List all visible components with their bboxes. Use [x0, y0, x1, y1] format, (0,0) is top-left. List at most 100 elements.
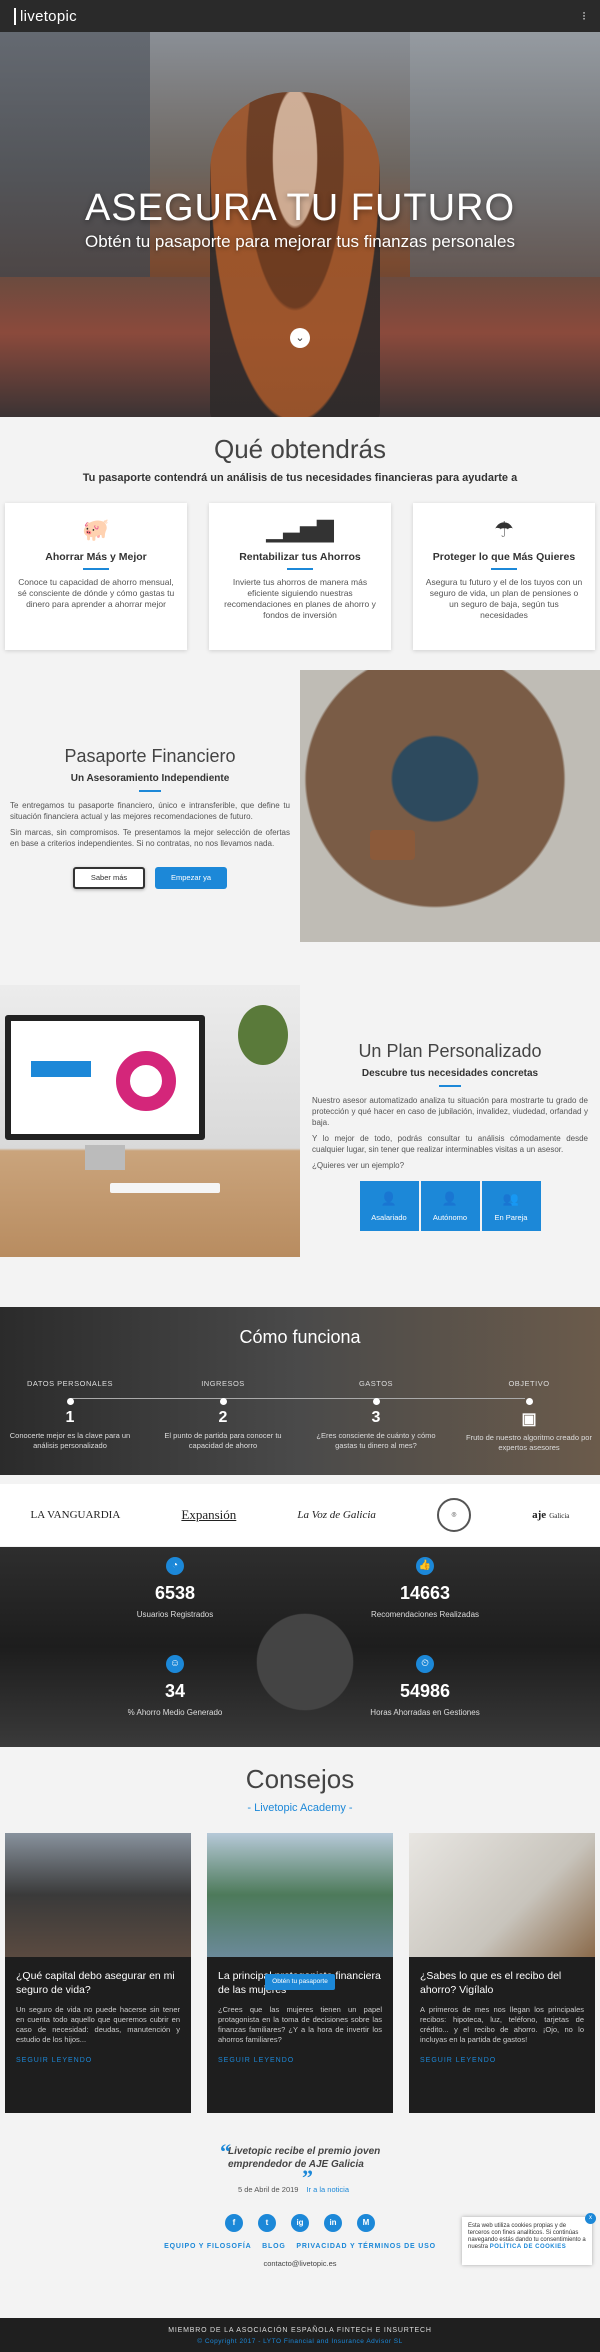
passport-section: Pasaporte Financiero Un Asesoramiento In… [0, 670, 300, 940]
user-tie-icon: 👤 [441, 1191, 459, 1206]
benefit-text: Invierte tus ahorros de manera más efici… [224, 577, 376, 620]
award-seal-icon[interactable]: ◎ [437, 1498, 471, 1532]
brand-logo[interactable]: livetopic [14, 7, 77, 25]
passport-buttons: Saber más Empezar ya [10, 867, 290, 889]
monitor-stand [85, 1145, 125, 1170]
start-now-button[interactable]: Empezar ya [155, 867, 227, 889]
article-title[interactable]: ¿Qué capital debo asegurar en mi seguro … [16, 1969, 180, 1997]
stat-item: ⏲ 54986 Horas Ahorradas en Gestiones [325, 1655, 525, 1717]
press-logo[interactable]: LA VANGUARDIA [31, 1509, 121, 1521]
stat-value: 54986 [399, 1681, 451, 1701]
facebook-icon[interactable]: f [225, 2214, 243, 2232]
quote-open-icon: “ [220, 2139, 231, 2164]
quote-close-icon: ” [302, 2165, 313, 2190]
chevron-down-icon[interactable]: ⌄ [290, 328, 310, 348]
step-number: 3 [371, 1409, 381, 1426]
cookie-banner: x Esta web utiliza cookies propias y de … [462, 2213, 596, 2265]
benefit-title: Ahorrar Más y Mejor [45, 551, 147, 563]
screen-bar [31, 1061, 91, 1077]
benefit-card: ▁▃▅▇ Rentabilizar tus Ahorros Invierte t… [209, 503, 391, 650]
benefits-cards: 🐖 Ahorrar Más y Mejor Conoce tu capacida… [5, 503, 595, 650]
footer-link-privacy[interactable]: PRIVACIDAD Y TÉRMINOS DE USO [296, 2243, 435, 2250]
passport-icon: ▣ [521, 1411, 537, 1428]
menu-icon[interactable]: ⁝ [582, 9, 586, 23]
passport-image [300, 670, 600, 942]
benefit-card: ☂ Proteger lo que Más Quieres Asegura tu… [413, 503, 595, 650]
benefits-subtitle: Tu pasaporte contendrá un análisis de tu… [82, 472, 518, 484]
example-couple-button[interactable]: 👥 En Pareja [481, 1181, 541, 1231]
top-navbar: livetopic ⁝ [0, 0, 600, 32]
example-freelancer-button[interactable]: 👤 Autónomo [420, 1181, 480, 1231]
read-more-link[interactable]: SEGUIR LEYENDO [420, 2057, 584, 2064]
article-image[interactable] [409, 1833, 595, 1957]
plan-title: Un Plan Personalizado [358, 1041, 542, 1061]
press-logo[interactable]: La Voz de Galicia [297, 1509, 376, 1521]
read-more-link[interactable]: SEGUIR LEYENDO [16, 2057, 180, 2064]
cookie-policy-link[interactable]: POLÍTICA DE COOKIES [490, 2244, 567, 2250]
copyright-text: © Copyright 2017 - LYTO Financial and In… [197, 2338, 403, 2345]
thumbs-up-icon: 👍 [416, 1557, 434, 1575]
step-item: DATOS PERSONALES 1 Conocerte mejor es la… [0, 1379, 140, 1451]
benefit-title: Rentabilizar tus Ahorros [239, 551, 361, 563]
step-desc: El punto de partida para conocer tu capa… [164, 1431, 282, 1450]
benefit-title: Proteger lo que Más Quieres [432, 551, 576, 563]
press-logo[interactable]: Expansión [181, 1507, 236, 1523]
advice-subtitle: - Livetopic Academy - [247, 1802, 353, 1814]
medium-icon[interactable]: M [357, 2214, 375, 2232]
passport-title: Pasaporte Financiero [64, 746, 236, 766]
benefit-text: Asegura tu futuro y el de los tuyos con … [425, 577, 583, 620]
learn-more-button[interactable]: Saber más [73, 867, 145, 889]
hero-person-image [210, 92, 380, 417]
news-quote: “ Livetopic recibe el premio joven empre… [220, 2139, 390, 2194]
briefcase-icon: 👤 [380, 1191, 398, 1206]
linkedin-icon[interactable]: in [324, 2214, 342, 2232]
step-label: DATOS PERSONALES [26, 1379, 114, 1388]
smile-icon: ☺ [166, 1655, 184, 1673]
article-image[interactable] [207, 1833, 393, 1957]
article-excerpt: ¿Crees que las mujeres tienen un papel p… [218, 2005, 382, 2044]
benefit-card: 🐖 Ahorrar Más y Mejor Conoce tu capacida… [5, 503, 187, 650]
how-it-works-section: Cómo funciona DATOS PERSONALES 1 Conocer… [0, 1307, 600, 1475]
example-employee-button[interactable]: 👤 Asalariado [359, 1181, 419, 1231]
step-item: GASTOS 3 ¿Eres consciente de cuánto y có… [306, 1379, 446, 1451]
step-label: OBJETIVO [508, 1379, 550, 1388]
stat-item: ☺ 34 % Ahorro Medio Generado [75, 1655, 275, 1717]
stat-value: 14663 [399, 1583, 451, 1603]
step-number: 2 [218, 1409, 228, 1426]
article-image[interactable] [5, 1833, 191, 1957]
close-icon[interactable]: x [585, 2213, 596, 2224]
plan-subtitle: Descubre tus necesidades concretas [361, 1068, 539, 1079]
get-passport-button[interactable]: Obtén tu pasaporte [265, 1974, 335, 1990]
association-text[interactable]: MIEMBRO DE LA ASOCIACIÓN ESPAÑOLA FINTEC… [0, 2327, 600, 2334]
article-title[interactable]: ¿Sabes lo que es el recibo del ahorro? V… [420, 1969, 584, 1997]
bag-image [370, 830, 415, 860]
press-logos: LA VANGUARDIA Expansión La Voz de Galici… [0, 1484, 600, 1546]
twitter-icon[interactable]: t [258, 2214, 276, 2232]
divider [491, 568, 517, 570]
step-label: INGRESOS [201, 1379, 245, 1388]
passport-paragraph: Sin marcas, sin compromisos. Te presenta… [10, 828, 290, 848]
read-more-link[interactable]: SEGUIR LEYENDO [218, 2057, 382, 2064]
passport-subtitle: Un Asesoramiento Independiente [70, 773, 230, 784]
plan-section: Un Plan Personalizado Descubre tus neces… [300, 985, 600, 1257]
how-title: Cómo funciona [239, 1327, 361, 1347]
passport-paragraph: Te entregamos tu pasaporte financiero, ú… [10, 801, 290, 821]
footer-link-team[interactable]: EQUIPO Y FILOSOFÍA [164, 2243, 251, 2250]
hero-section: ASEGURA TU FUTURO Obtén tu pasaporte par… [0, 32, 600, 417]
article-card[interactable]: ¿Sabes lo que es el recibo del ahorro? V… [409, 1833, 595, 2113]
plan-image [0, 985, 300, 1257]
step-dot [372, 1398, 380, 1405]
stat-label: % Ahorro Medio Generado [127, 1708, 223, 1717]
instagram-icon[interactable]: ig [291, 2214, 309, 2232]
stat-item: 👍 14663 Recomendaciones Realizadas [325, 1557, 525, 1619]
article-card[interactable]: Obtén tu pasaporte La principal protagon… [207, 1833, 393, 2113]
hero-title: ASEGURA TU FUTURO [84, 187, 516, 229]
press-logo[interactable]: aje Galicia [532, 1509, 569, 1521]
footer-link-blog[interactable]: BLOG [262, 2243, 285, 2250]
step-dot [66, 1398, 74, 1405]
stat-label: Horas Ahorradas en Gestiones [370, 1708, 480, 1717]
divider [139, 790, 161, 792]
benefits-title: Qué obtendrás [213, 434, 386, 464]
article-card[interactable]: ¿Qué capital debo asegurar en mi seguro … [5, 1833, 191, 2113]
plan-paragraph: Nuestro asesor automatizado analiza tu s… [312, 1096, 588, 1127]
